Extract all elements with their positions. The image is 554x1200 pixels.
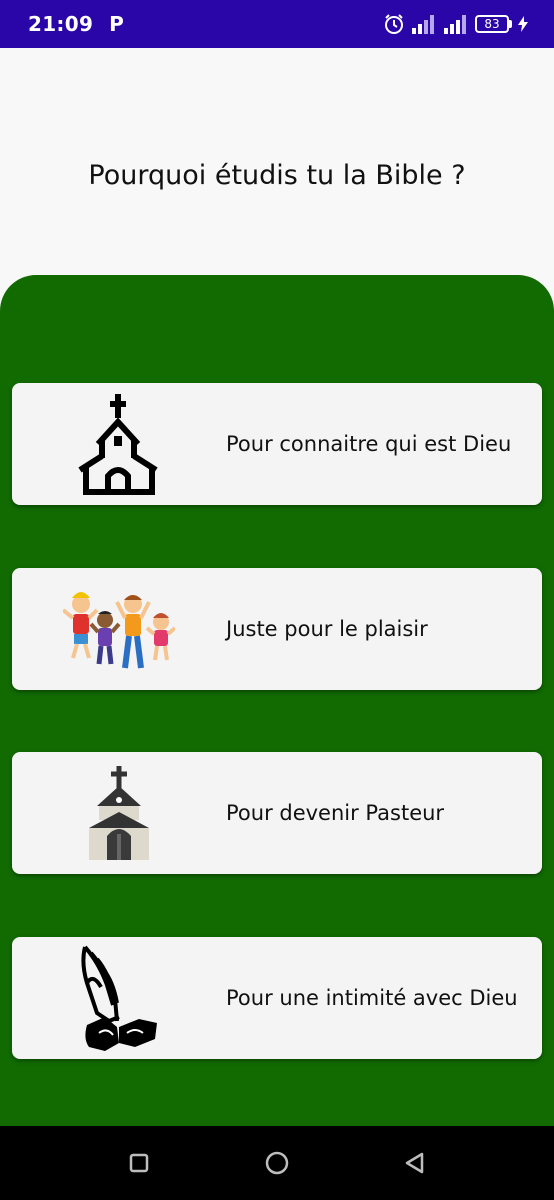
option-icon-box <box>12 752 226 874</box>
option-label: Pour devenir Pasteur <box>226 801 445 825</box>
signal-bars-icon <box>444 15 466 34</box>
happy-kids-icon <box>63 592 175 669</box>
page-title: Pourquoi étudis tu la Bible ? <box>88 160 466 191</box>
praying-hands-icon <box>81 945 157 1051</box>
option-icon-box <box>12 383 226 505</box>
triangle-back-icon <box>405 1152 424 1174</box>
parking-p-icon: P <box>109 12 124 36</box>
option-label: Juste pour le plaisir <box>226 617 428 641</box>
option-icon-box <box>12 568 226 690</box>
option-become-pastor[interactable]: Pour devenir Pasteur <box>12 752 542 874</box>
status-time: 21:09 <box>28 12 94 36</box>
signal-bars-icon <box>412 15 434 34</box>
home-button[interactable] <box>247 1126 307 1200</box>
option-label: Pour une intimité avec Dieu <box>226 986 518 1010</box>
chapel-icon <box>89 766 149 860</box>
option-label: Pour connaitre qui est Dieu <box>226 432 512 456</box>
option-know-god[interactable]: Pour connaitre qui est Dieu <box>12 383 542 505</box>
circle-home-icon <box>265 1151 289 1175</box>
alarm-clock-icon <box>385 14 403 34</box>
status-icons: 83 <box>383 13 528 35</box>
option-intimacy-god[interactable]: Pour une intimité avec Dieu <box>12 937 542 1059</box>
option-icon-box <box>12 937 226 1059</box>
option-pleasure[interactable]: Juste pour le plaisir <box>12 568 542 690</box>
battery-level: 83 <box>475 15 509 33</box>
recents-button[interactable] <box>109 1126 169 1200</box>
navigation-bar <box>0 1126 554 1200</box>
battery-indicator: 83 <box>475 15 512 33</box>
square-recents-icon <box>129 1153 149 1173</box>
lightning-bolt-icon <box>518 16 528 32</box>
status-bar: 21:09 P 83 <box>0 0 554 48</box>
back-button[interactable] <box>385 1126 445 1200</box>
church-outline-icon <box>78 394 158 495</box>
battery-tip <box>509 20 512 28</box>
